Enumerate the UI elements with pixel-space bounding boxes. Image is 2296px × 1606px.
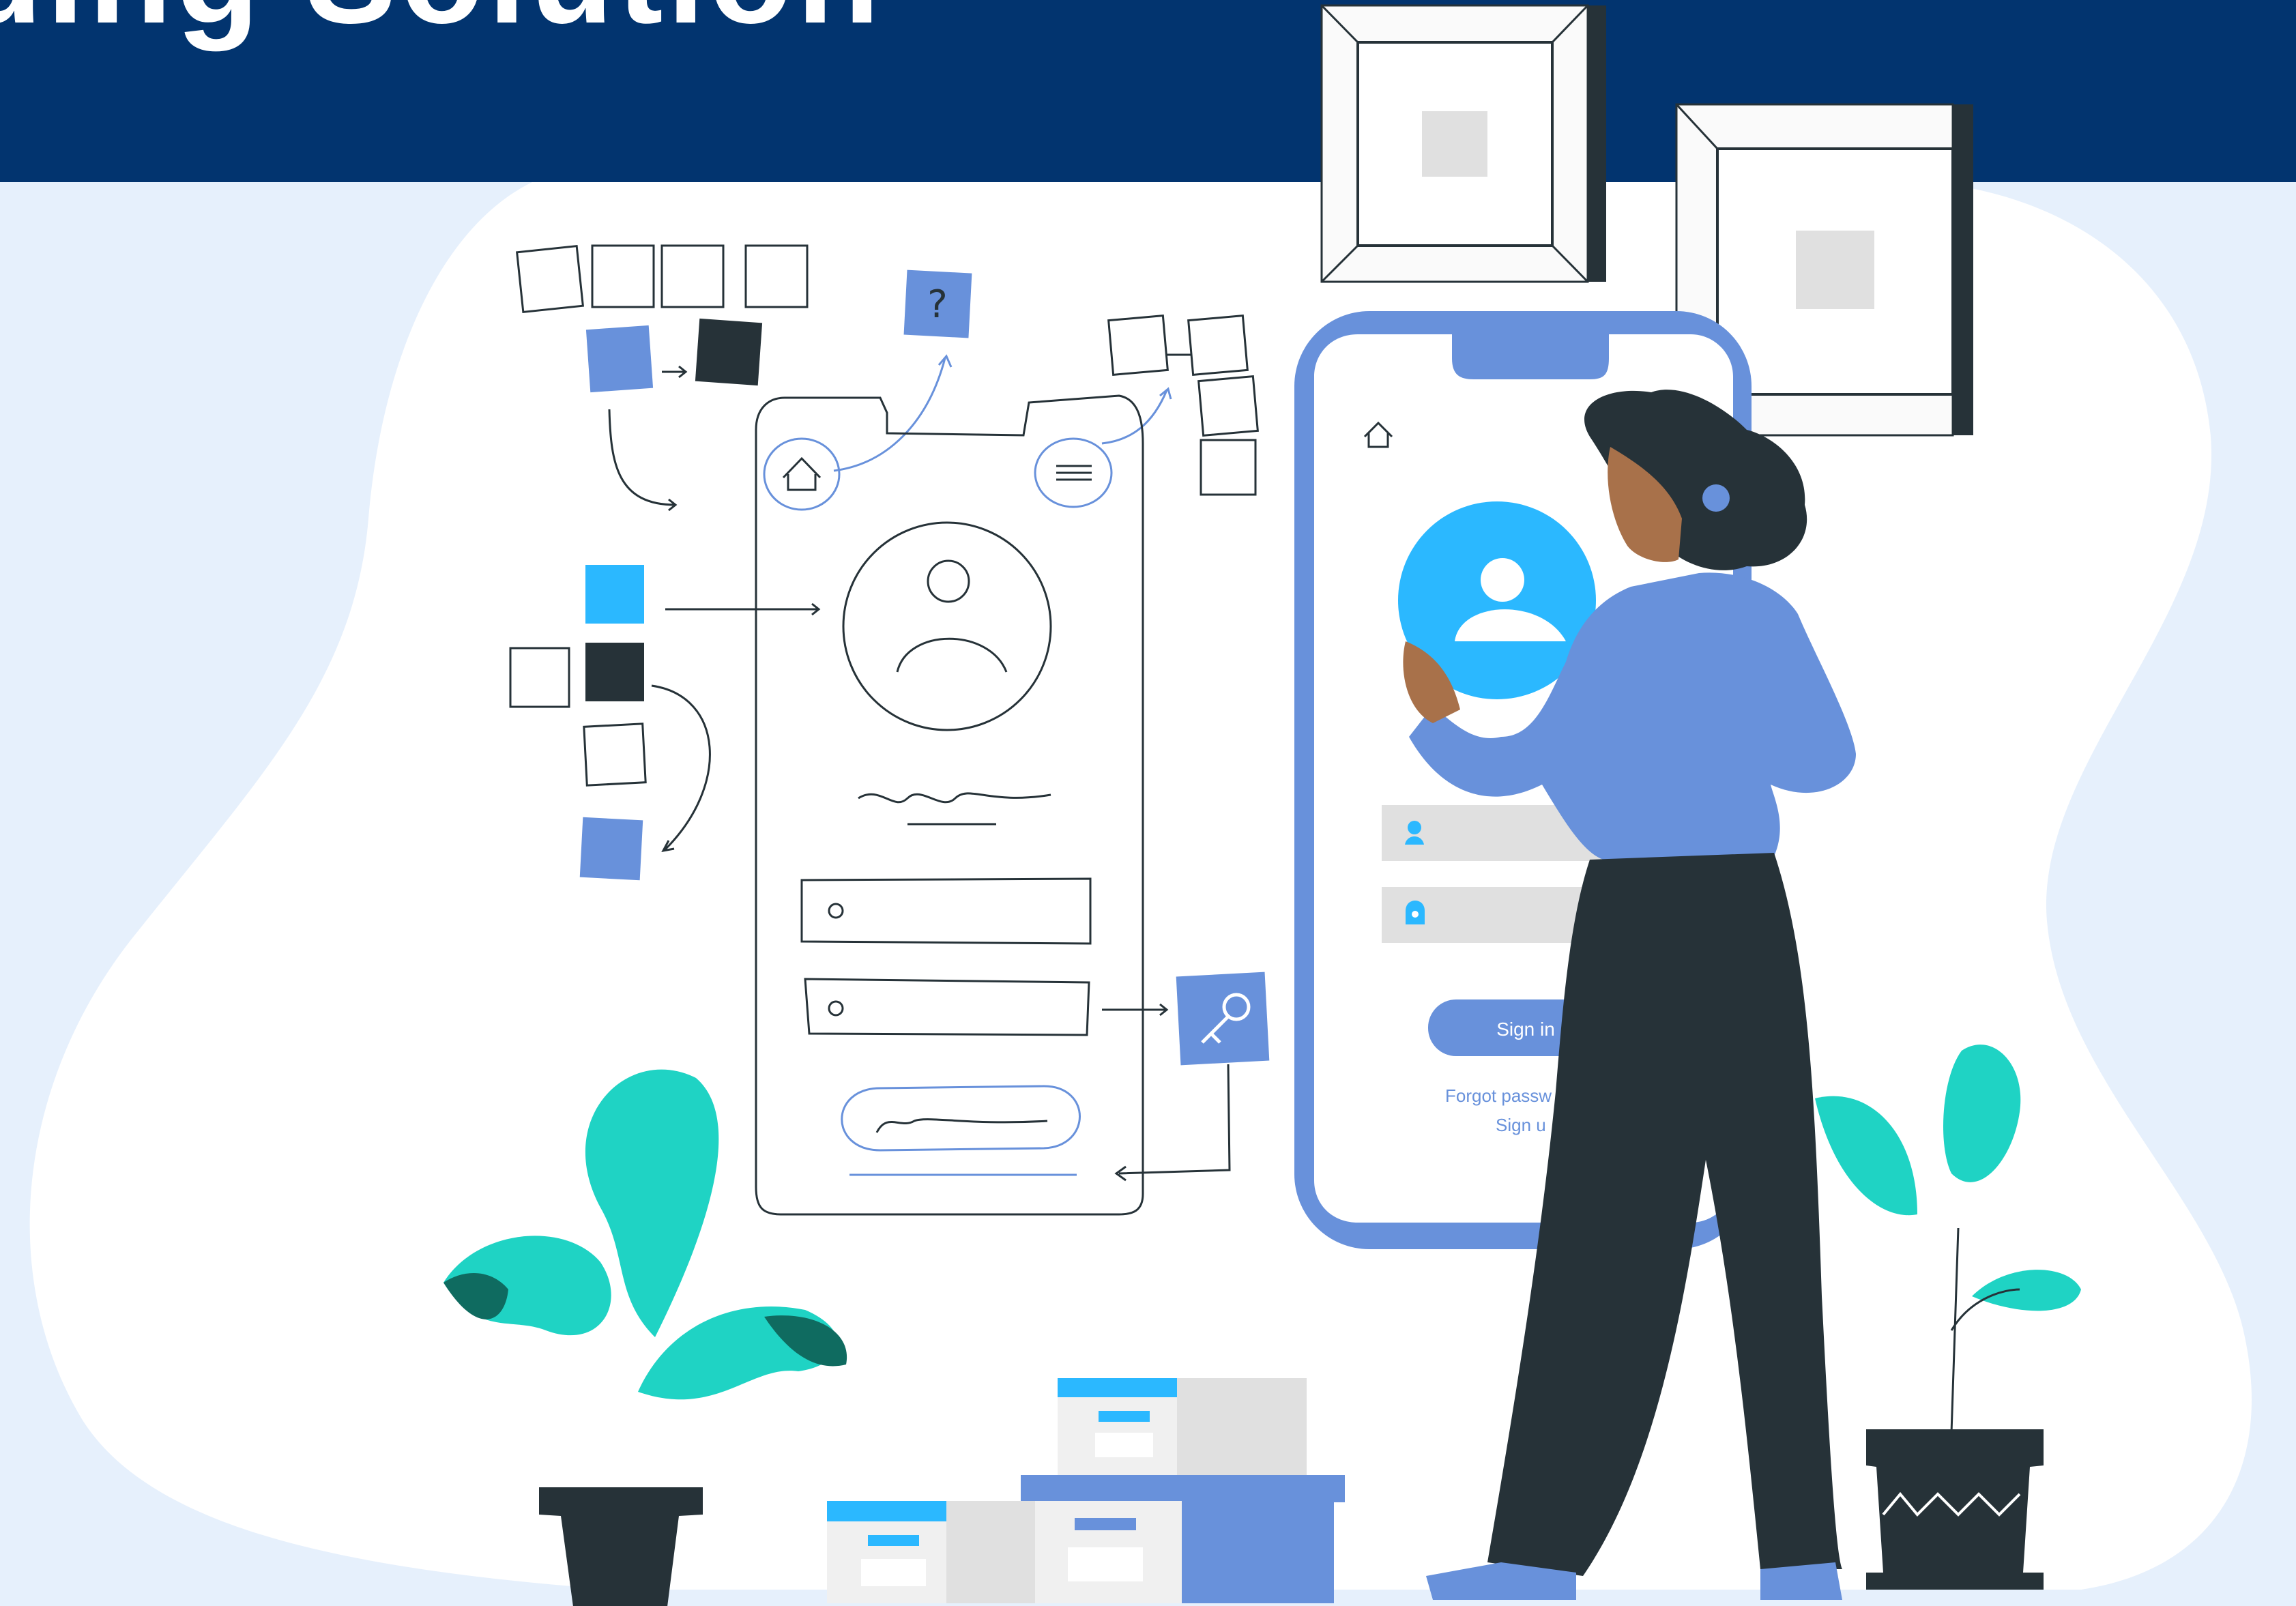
sign-in-label: Sign in: [1496, 1019, 1555, 1040]
svg-text:?: ?: [927, 282, 948, 327]
forgot-password-link[interactable]: Forgot passw: [1445, 1085, 1552, 1106]
sign-up-link[interactable]: Sign u: [1496, 1115, 1546, 1135]
illustration: ? Sign in Forgot passw Sign u: [29, 4, 2252, 1606]
question-icon: ?: [903, 269, 972, 338]
key-icon: [1176, 972, 1270, 1066]
picture-frame-1: [1320, 4, 1606, 283]
lock-icon: [1406, 901, 1425, 924]
illustration-canvas: ding Solution: [0, 0, 2296, 1606]
